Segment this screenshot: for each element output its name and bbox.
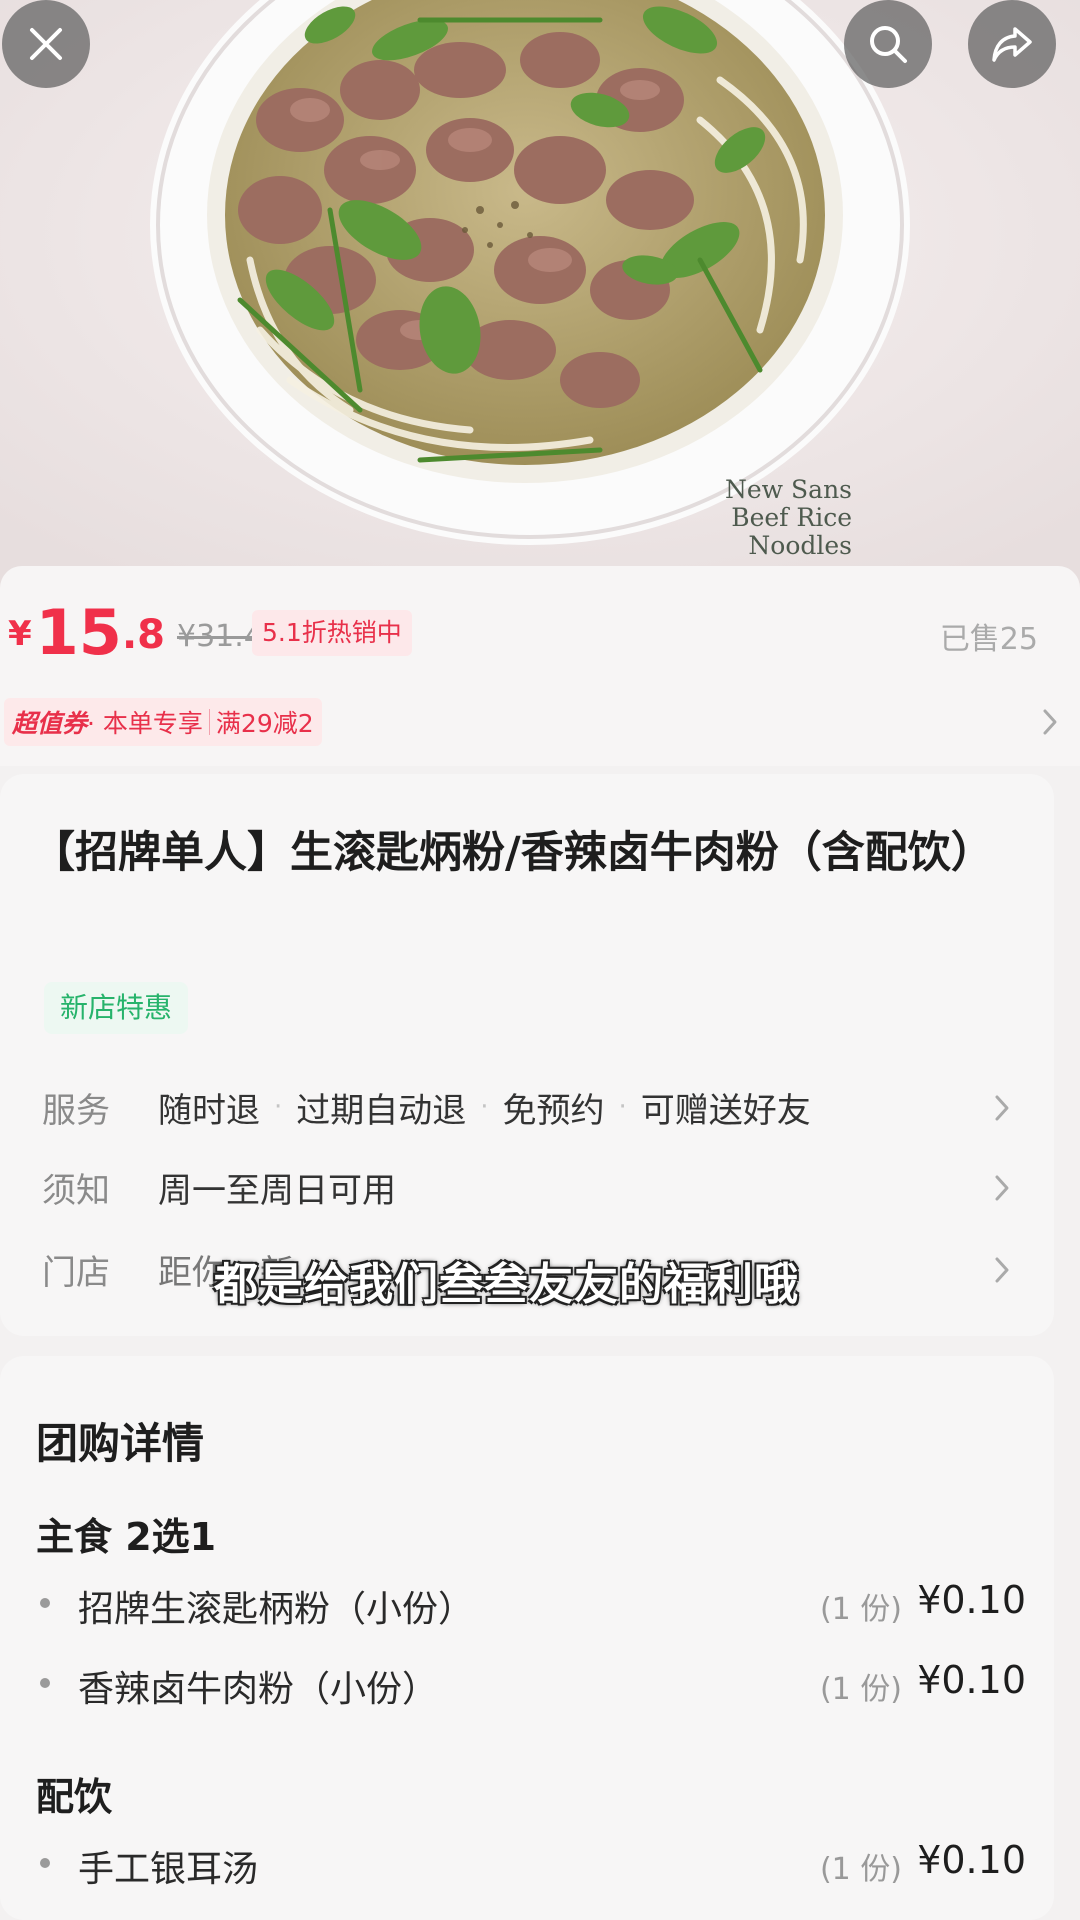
hero-image: New Sans Beef Rice Noodles bbox=[0, 0, 1080, 590]
coupon-scope: · 本单专享 bbox=[87, 709, 203, 738]
caption-line: New Sans bbox=[725, 475, 852, 504]
service-item: 免预约 bbox=[502, 1090, 605, 1131]
item-name: 招牌生滚匙柄粉（小份） bbox=[78, 1589, 475, 1630]
close-button[interactable] bbox=[2, 0, 90, 88]
item-price: ¥0.10 bbox=[917, 1838, 1026, 1882]
deal-title: 【招牌单人】生滚匙炳粉/香辣卤牛肉粉（含配饮） bbox=[32, 828, 994, 878]
share-icon bbox=[992, 27, 1032, 62]
list-item: 手工银耳汤 (1 份) ¥0.10 bbox=[36, 1836, 1026, 1890]
item-quantity: (1 份) bbox=[819, 1852, 902, 1887]
coupon-tag[interactable]: 超值券 · 本单专享 满29减2 bbox=[4, 698, 322, 746]
details-title: 团购详情 bbox=[36, 1419, 205, 1468]
price-integer: 15 bbox=[35, 596, 122, 669]
notice-row[interactable]: 须知 周一至周日可用 bbox=[42, 1162, 1022, 1212]
coupon-rule: 满29减2 bbox=[215, 709, 314, 738]
close-icon bbox=[30, 28, 62, 60]
item-quantity: (1 份) bbox=[819, 1592, 902, 1627]
chevron-right-icon[interactable] bbox=[1040, 706, 1060, 738]
coupon-brand: 超值券 bbox=[12, 709, 88, 738]
item-price: ¥0.10 bbox=[917, 1658, 1026, 1702]
service-item: 过期自动退 bbox=[296, 1090, 467, 1131]
sold-count: 已售25 bbox=[939, 622, 1038, 657]
chevron-right-icon[interactable] bbox=[992, 1172, 1012, 1204]
item-name: 香辣卤牛肉粉（小份） bbox=[78, 1669, 439, 1710]
notice-label: 须知 bbox=[42, 1170, 110, 1211]
price-decimal: .8 bbox=[121, 612, 165, 658]
noodle-bowl-photo bbox=[0, 0, 1080, 590]
chevron-right-icon[interactable] bbox=[992, 1092, 1012, 1124]
caption-line: Beef Rice bbox=[731, 503, 852, 532]
search-icon bbox=[870, 26, 907, 63]
separator-dot: · bbox=[618, 1092, 627, 1122]
chevron-right-icon[interactable] bbox=[992, 1254, 1012, 1286]
discount-badge: 5.1折热销中 bbox=[252, 610, 412, 656]
item-quantity: (1 份) bbox=[819, 1672, 902, 1707]
section-heading-drink: 配饮 bbox=[36, 1775, 113, 1819]
original-price: ¥31.4 bbox=[176, 619, 263, 654]
share-button[interactable] bbox=[968, 0, 1056, 88]
coupon-divider bbox=[208, 709, 210, 735]
bullet-icon bbox=[40, 1598, 50, 1608]
new-store-badge: 新店特惠 bbox=[44, 982, 189, 1034]
separator-dot: · bbox=[480, 1092, 489, 1122]
video-subtitle: 都是给我们叁叁友友的福利哦 bbox=[214, 1259, 799, 1310]
service-item: 可赠送好友 bbox=[640, 1090, 811, 1131]
service-row[interactable]: 服务 随时退 · 过期自动退 · 免预约 · 可赠送好友 bbox=[42, 1082, 1022, 1132]
service-label: 服务 bbox=[42, 1090, 110, 1131]
item-name: 手工银耳汤 bbox=[78, 1849, 259, 1890]
service-item: 随时退 bbox=[158, 1090, 260, 1131]
bullet-icon bbox=[40, 1678, 50, 1688]
service-items: 随时退 · 过期自动退 · 免预约 · 可赠送好友 bbox=[158, 1083, 811, 1132]
list-item: 香辣卤牛肉粉（小份） (1 份) ¥0.10 bbox=[36, 1656, 1026, 1710]
section-heading-main: 主食 2选1 bbox=[36, 1515, 217, 1559]
search-button[interactable] bbox=[844, 0, 932, 88]
notice-value: 周一至周日可用 bbox=[158, 1170, 396, 1211]
separator-dot: · bbox=[274, 1092, 283, 1122]
item-price: ¥0.10 bbox=[917, 1578, 1026, 1622]
coupon-row[interactable]: 超值券 · 本单专享 满29减2 bbox=[0, 698, 1080, 748]
store-label: 门店 bbox=[42, 1252, 110, 1293]
price-display: ¥ 15 .8 ¥31.4 bbox=[8, 596, 263, 666]
caption-line: Noodles bbox=[748, 531, 852, 560]
dish-caption: New Sans Beef Rice Noodles bbox=[725, 476, 852, 560]
price-currency: ¥ bbox=[8, 614, 32, 654]
bullet-icon bbox=[40, 1858, 50, 1868]
list-item: 招牌生滚匙柄粉（小份） (1 份) ¥0.10 bbox=[36, 1576, 1026, 1630]
